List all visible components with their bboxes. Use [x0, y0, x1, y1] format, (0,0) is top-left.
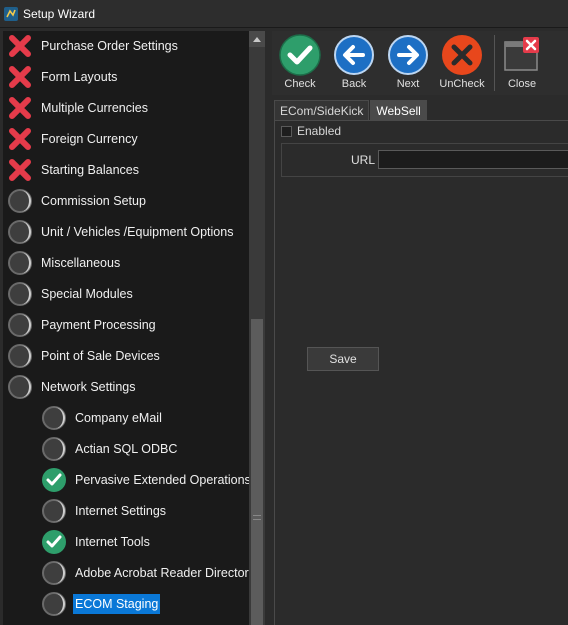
tree-item-label: Point of Sale Devices [41, 349, 160, 363]
close-label: Close [507, 78, 537, 90]
tab-websell[interactable]: WebSell [370, 100, 427, 120]
arrow-left-icon [334, 35, 374, 75]
scroll-up-button[interactable] [249, 31, 265, 47]
title-bar: Setup Wizard [0, 0, 568, 28]
window-title: Setup Wizard [23, 6, 96, 21]
tree-item-label: Purchase Order Settings [41, 39, 178, 53]
tree-item[interactable]: Pervasive Extended Operations [41, 465, 249, 495]
wizard-step-tree: Purchase Order Settings Form Layouts Multi… [3, 31, 249, 625]
websell-tab-content: Enabled URL Save [274, 120, 568, 625]
chevron-up-icon [253, 36, 261, 42]
arrow-right-icon [388, 35, 428, 75]
error-x-icon [9, 159, 31, 181]
tree-item[interactable]: ECOM Staging [41, 589, 161, 619]
pending-circle-icon [42, 499, 66, 523]
url-group: URL [281, 143, 568, 177]
tab-ecom-sidekick[interactable]: ECom/SideKick [274, 100, 370, 120]
tree-item-label: Starting Balances [41, 163, 139, 177]
check-button[interactable]: Check [275, 31, 325, 95]
tree-item-label: Internet Settings [75, 504, 167, 518]
tree-item[interactable]: Starting Balances [7, 155, 141, 185]
tree-item[interactable]: Form Layouts [7, 62, 119, 92]
pending-circle-icon [42, 592, 66, 616]
error-x-icon [9, 35, 31, 57]
tree-item[interactable]: Foreign Currency [7, 124, 140, 154]
tree-item-label: Internet Tools [75, 535, 150, 549]
tree-item-label: Multiple Currencies [41, 101, 148, 115]
pending-circle-icon [8, 344, 32, 368]
check-circle-icon [279, 34, 321, 76]
pending-circle-icon [42, 406, 66, 430]
tree-item[interactable]: Actian SQL ODBC [41, 434, 179, 464]
scroll-thumb[interactable] [251, 319, 263, 625]
url-label: URL [351, 153, 376, 167]
uncheck-button[interactable]: UnCheck [437, 31, 487, 95]
pending-circle-icon [8, 313, 32, 337]
uncheck-label: UnCheck [439, 78, 485, 90]
next-button[interactable]: Next [383, 31, 433, 95]
error-x-icon [9, 128, 31, 150]
enabled-option[interactable]: Enabled [281, 124, 341, 138]
pending-circle-icon [8, 251, 32, 275]
tree-item-label: Pervasive Extended Operations [75, 473, 249, 487]
tree-item[interactable]: Multiple Currencies [7, 93, 150, 123]
tree-item[interactable]: Purchase Order Settings [7, 31, 180, 61]
content-panel: Check Back Next UnCheck Close ECom/SideK… [267, 28, 568, 625]
save-button[interactable]: Save [307, 347, 379, 371]
tree-item-label: Foreign Currency [41, 132, 138, 146]
app-icon [4, 6, 18, 21]
error-x-icon [9, 66, 31, 88]
pending-circle-icon [8, 282, 32, 306]
enabled-checkbox[interactable] [281, 125, 292, 137]
toolbar-separator [494, 35, 495, 91]
x-circle-icon [442, 35, 482, 75]
tree-item-label: Special Modules [41, 287, 133, 301]
tree-item[interactable]: Point of Sale Devices [7, 341, 162, 371]
toolbar: Check Back Next UnCheck Close [272, 31, 568, 95]
tree-item[interactable]: Miscellaneous [7, 248, 122, 278]
tree-item-label: Form Layouts [41, 70, 118, 84]
check-label: Check [284, 78, 316, 90]
tree-item-label: Commission Setup [41, 194, 146, 208]
tree-item[interactable]: Unit / Vehicles /Equipment Options [7, 217, 235, 247]
tree-item[interactable]: Network Settings [7, 372, 137, 402]
back-button[interactable]: Back [329, 31, 379, 95]
tree-item-label: Miscellaneous [41, 256, 121, 270]
tree-item-label: ECOM Staging [73, 594, 161, 614]
pending-circle-icon [8, 189, 32, 213]
tree-item[interactable]: Adobe Acrobat Reader Directory [41, 558, 249, 588]
tree-item[interactable]: Commission Setup [7, 186, 148, 216]
back-label: Back [341, 78, 367, 90]
check-circle-icon [42, 530, 66, 554]
tree-item-label: Network Settings [41, 380, 136, 394]
close-window-icon [504, 37, 539, 71]
close-button[interactable]: Close [497, 31, 547, 95]
tab-bar: ECom/SideKick WebSell [274, 100, 428, 120]
error-x-icon [9, 97, 31, 119]
tree-item[interactable]: Company eMail [41, 403, 164, 433]
tree-item[interactable]: Special Modules [7, 279, 135, 309]
next-label: Next [396, 78, 420, 90]
tree-item-label: Unit / Vehicles /Equipment Options [41, 225, 234, 239]
url-input[interactable] [378, 150, 568, 169]
tree-item-label: Adobe Acrobat Reader Directory [75, 566, 249, 580]
pending-circle-icon [8, 220, 32, 244]
tree-item-label: Actian SQL ODBC [75, 442, 178, 456]
check-circle-icon [42, 468, 66, 492]
tree-scrollbar[interactable] [249, 31, 265, 625]
tree-item-label: Company eMail [75, 411, 162, 425]
tree-item[interactable]: Payment Processing [7, 310, 158, 340]
pending-circle-icon [42, 561, 66, 585]
scroll-grip-icon [253, 515, 261, 520]
pending-circle-icon [42, 437, 66, 461]
enabled-label: Enabled [297, 124, 342, 138]
tree-item[interactable]: Internet Settings [41, 496, 168, 526]
tree-item[interactable]: Internet Tools [41, 527, 152, 557]
tree-item-label: Payment Processing [41, 318, 156, 332]
pending-circle-icon [8, 375, 32, 399]
